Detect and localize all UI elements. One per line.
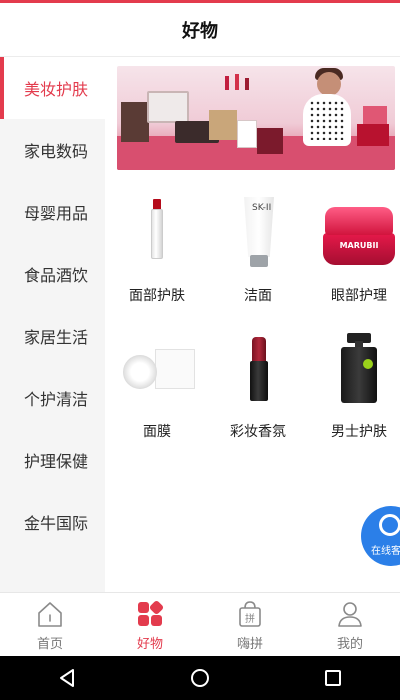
tube-brand-text: SK-II (252, 203, 272, 213)
banner-model-pattern (309, 100, 345, 140)
sidebar-item-international[interactable]: 金牛国际 (0, 491, 105, 553)
profile-icon (338, 602, 362, 627)
banner-model-head (317, 72, 341, 96)
eye-cream-jar-icon: MARUBII (319, 197, 399, 273)
sidebar-item-label: 家电数码 (24, 142, 89, 161)
banner-box (209, 110, 237, 140)
subcategory-label: 眼部护理 (331, 288, 387, 304)
group-buy-bag-icon: 拼 (239, 601, 261, 627)
sidebar-item-label: 食品酒饮 (24, 266, 89, 285)
sidebar-item-label: 护理保健 (24, 452, 89, 471)
sidebar-item-label: 个护清洁 (24, 390, 89, 409)
subcategory-face-care[interactable]: 面部护肤 (107, 187, 207, 307)
grid-icon (138, 600, 164, 626)
subcategory-label: 面部护肤 (129, 288, 185, 304)
home-circle-icon (190, 669, 209, 687)
tab-home[interactable]: 首页 (0, 593, 100, 656)
subcategory-label: 彩妆香氛 (230, 424, 286, 440)
sidebar-item-personal-care[interactable]: 个护清洁 (0, 367, 105, 429)
sidebar-item-label: 金牛国际 (24, 514, 89, 533)
sidebar-item-appliances[interactable]: 家电数码 (0, 119, 105, 181)
jar-brand-text: MARUBII (339, 241, 379, 250)
category-content: 面部护肤 SK-II 洁面 MARUBII 眼部护理 面膜 彩妆香氛 男士护肤 (105, 57, 400, 592)
tab-goods[interactable]: 好物 (100, 593, 200, 656)
subcategory-face-mask[interactable]: 面膜 (107, 323, 207, 443)
category-sidebar: 美妆护肤 家电数码 母婴用品 食品酒饮 家居生活 个护清洁 护理保健 金牛国际 (0, 57, 105, 592)
banner-box (237, 120, 257, 148)
sidebar-item-beauty[interactable]: 美妆护肤 (0, 57, 105, 119)
tab-label: 好物 (136, 637, 163, 652)
banner-box (257, 128, 283, 154)
online-service-label: 在线客 (371, 546, 400, 557)
nav-back-button[interactable] (47, 658, 87, 698)
lipstick-icon (218, 333, 298, 409)
subcategory-eye-care[interactable]: MARUBII 眼部护理 (309, 187, 400, 307)
banner-lipstick (235, 74, 239, 90)
subcategory-makeup-fragrance[interactable]: 彩妆香氛 (208, 323, 308, 443)
face-mask-icon (117, 333, 197, 409)
banner-gift (357, 124, 389, 146)
recents-square-icon (325, 670, 342, 686)
subcategory-label: 洁面 (244, 288, 272, 304)
sidebar-item-baby[interactable]: 母婴用品 (0, 181, 105, 243)
sidebar-item-label: 美妆护肤 (24, 80, 89, 99)
banner-gift (363, 106, 387, 124)
subcategory-mens-care[interactable]: 男士护肤 (309, 323, 400, 443)
headset-icon (379, 514, 400, 536)
nav-recents-button[interactable] (313, 658, 353, 698)
page-title: 好物 (182, 20, 218, 42)
subcategory-label: 面膜 (143, 424, 171, 440)
nav-home-button[interactable] (180, 658, 220, 698)
tab-label: 首页 (36, 637, 63, 652)
cleanser-tube-icon: SK-II (218, 197, 298, 273)
tab-label: 我的 (336, 637, 363, 652)
android-nav-bar (0, 656, 400, 700)
promo-banner[interactable] (117, 66, 395, 170)
banner-lipstick (245, 78, 249, 90)
back-triangle-icon (59, 669, 74, 687)
pump-bottle-icon (319, 333, 399, 409)
tab-group-buy[interactable]: 拼 嗨拼 (200, 593, 300, 656)
banner-shelf (121, 102, 149, 142)
banner-lipstick (225, 76, 229, 90)
tab-profile[interactable]: 我的 (300, 593, 400, 656)
sidebar-item-home[interactable]: 家居生活 (0, 305, 105, 367)
bottom-tab-bar: 首页 好物 拼 嗨拼 我的 (0, 592, 400, 656)
sidebar-item-label: 家居生活 (24, 328, 89, 347)
banner-palette (147, 91, 189, 123)
group-buy-badge: 拼 (245, 612, 255, 625)
tab-label: 嗨拼 (236, 637, 263, 652)
sidebar-item-label: 母婴用品 (24, 204, 89, 223)
subcategory-cleanser[interactable]: SK-II 洁面 (208, 187, 308, 307)
essence-bottle-icon (117, 197, 197, 273)
home-icon (38, 602, 62, 627)
sidebar-item-health[interactable]: 护理保健 (0, 429, 105, 491)
subcategory-label: 男士护肤 (331, 424, 387, 440)
sidebar-item-food[interactable]: 食品酒饮 (0, 243, 105, 305)
header: 好物 (0, 3, 400, 57)
app-screen: 好物 美妆护肤 家电数码 母婴用品 食品酒饮 家居生活 个护清洁 护理保健 金牛… (0, 0, 400, 700)
